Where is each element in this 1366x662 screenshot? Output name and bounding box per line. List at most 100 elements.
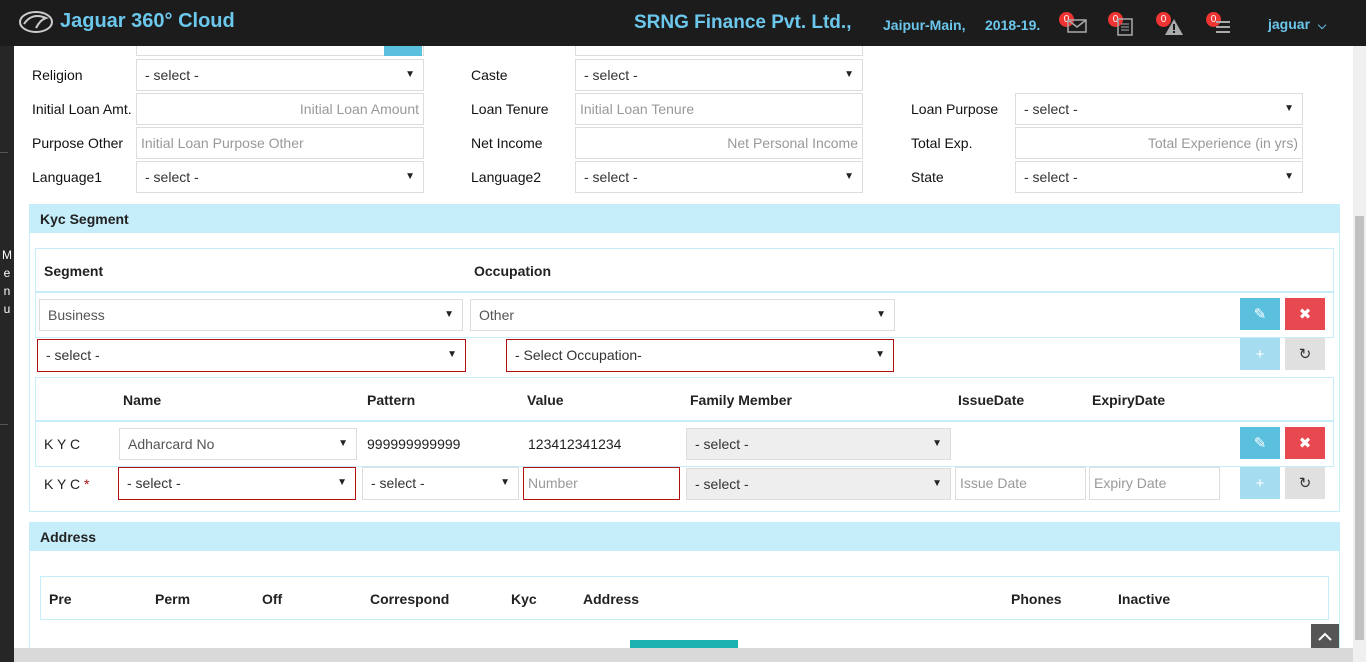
purpose-other-input[interactable]: Initial Loan Purpose Other bbox=[136, 127, 424, 159]
total-exp-input[interactable]: Total Experience (in yrs) bbox=[1015, 127, 1303, 159]
caste-label: Caste bbox=[471, 67, 508, 83]
add-segment-button[interactable]: + bbox=[1240, 338, 1280, 370]
caret-down-icon: ▼ bbox=[405, 69, 415, 80]
issue-date-input[interactable]: Issue Date bbox=[955, 467, 1086, 500]
brand[interactable]: Jaguar 360° Cloud bbox=[18, 8, 235, 34]
segment-table-header bbox=[35, 248, 1334, 292]
segment-col-header: Segment bbox=[44, 263, 104, 279]
caret-down-icon: ▼ bbox=[447, 349, 457, 360]
kyc-family-select-new[interactable]: - select - ▼ bbox=[686, 468, 951, 500]
refresh-icon: ↻ bbox=[1298, 346, 1312, 363]
loan-tenure-input[interactable]: Initial Loan Tenure bbox=[575, 93, 863, 125]
kyc-family-value: - select - bbox=[695, 436, 749, 452]
address-col-inactive: Inactive bbox=[1118, 591, 1171, 607]
sidebar-divider bbox=[0, 424, 8, 425]
kyc-col-expiry-date: ExpiryDate bbox=[1092, 392, 1166, 408]
segment-select-existing[interactable]: Business ▼ bbox=[39, 299, 463, 331]
address-header: Address bbox=[29, 523, 1339, 551]
add-kyc-button[interactable]: + bbox=[1240, 467, 1280, 499]
caret-down-icon: ▼ bbox=[1284, 103, 1294, 114]
caret-down-icon: ▼ bbox=[444, 309, 454, 320]
language2-label: Language2 bbox=[471, 169, 542, 185]
edit-segment-button[interactable]: ✎ bbox=[1240, 298, 1280, 330]
caret-down-icon: ▼ bbox=[337, 477, 347, 488]
scrollbar-thumb[interactable] bbox=[1355, 216, 1364, 640]
caret-down-icon: ▼ bbox=[1284, 171, 1294, 182]
user-menu[interactable]: jaguar ⌵ bbox=[1268, 16, 1326, 33]
caste-value: - select - bbox=[584, 67, 638, 83]
notification-list[interactable]: 0 bbox=[1206, 12, 1236, 38]
occupation-value: Other bbox=[479, 307, 515, 323]
kyc-new-name-value: - select - bbox=[127, 475, 181, 491]
language2-select[interactable]: - select - ▼ bbox=[575, 161, 863, 193]
menu-letter: e bbox=[3, 266, 11, 280]
language1-select[interactable]: - select - ▼ bbox=[136, 161, 424, 193]
close-icon: ✖ bbox=[1298, 435, 1312, 452]
pencil-icon: ✎ bbox=[1253, 306, 1267, 323]
horizontal-scrollbar[interactable] bbox=[14, 648, 1353, 662]
expiry-date-input[interactable]: Expiry Date bbox=[1089, 467, 1220, 500]
kyc-new-label-text: K Y C bbox=[44, 476, 81, 492]
language2-value: - select - bbox=[584, 169, 638, 185]
total-exp-label: Total Exp. bbox=[911, 135, 973, 151]
address-col-phones: Phones bbox=[1011, 591, 1062, 607]
delete-segment-button[interactable]: ✖ bbox=[1285, 298, 1325, 330]
religion-select[interactable]: - select - ▼ bbox=[136, 59, 424, 91]
edit-kyc-button[interactable]: ✎ bbox=[1240, 427, 1280, 459]
kyc-pattern-select-new[interactable]: - select - ▼ bbox=[362, 467, 519, 500]
occupation-col-header: Occupation bbox=[474, 263, 552, 279]
kyc-segment-header: Kyc Segment bbox=[29, 205, 1339, 233]
menu-letter: n bbox=[3, 284, 11, 298]
kyc-value-input[interactable]: Number bbox=[523, 467, 680, 500]
kyc-pattern-value: 999999999999 bbox=[367, 436, 461, 452]
sidebar-strip bbox=[0, 46, 14, 662]
jaguar-logo-icon bbox=[19, 11, 53, 33]
address-col-perm: Perm bbox=[155, 591, 191, 607]
state-value: - select - bbox=[1024, 169, 1078, 185]
caret-down-icon: ▼ bbox=[844, 171, 854, 182]
occupation-select-existing[interactable]: Other ▼ bbox=[470, 299, 895, 331]
partial-field bbox=[575, 46, 863, 56]
occupation-select-new[interactable]: - Select Occupation- ▼ bbox=[506, 339, 894, 372]
kyc-family-select-existing[interactable]: - select - ▼ bbox=[686, 428, 951, 460]
state-label: State bbox=[911, 169, 944, 185]
address-col-off: Off bbox=[262, 591, 283, 607]
kyc-name-select-existing[interactable]: Adharcard No ▼ bbox=[119, 428, 357, 460]
initial-loan-input[interactable]: Initial Loan Amount bbox=[136, 93, 424, 125]
kyc-name-select-new[interactable]: - select - ▼ bbox=[118, 467, 356, 500]
net-income-input[interactable]: Net Personal Income bbox=[575, 127, 863, 159]
scroll-to-top-button[interactable] bbox=[1311, 624, 1339, 648]
caste-select[interactable]: - select - ▼ bbox=[575, 59, 863, 91]
reset-kyc-button[interactable]: ↻ bbox=[1285, 467, 1325, 499]
loan-purpose-select[interactable]: - select - ▼ bbox=[1015, 93, 1303, 125]
new-segment-value: - select - bbox=[46, 347, 100, 363]
address-col-address: Address bbox=[583, 591, 640, 607]
address-col-correspond: Correspond bbox=[370, 591, 450, 607]
state-select[interactable]: - select - ▼ bbox=[1015, 161, 1303, 193]
caret-down-icon: ▼ bbox=[876, 309, 886, 320]
kyc-segment-title: Kyc Segment bbox=[40, 211, 129, 227]
religion-value: - select - bbox=[145, 67, 199, 83]
caret-down-icon: ▼ bbox=[932, 478, 942, 489]
delete-kyc-button[interactable]: ✖ bbox=[1285, 427, 1325, 459]
notification-warning[interactable]: 0 bbox=[1156, 12, 1186, 38]
address-col-pre: Pre bbox=[49, 591, 72, 607]
pencil-icon: ✎ bbox=[1253, 435, 1267, 452]
address-col-kyc: Kyc bbox=[511, 591, 537, 607]
close-icon: ✖ bbox=[1298, 306, 1312, 323]
required-marker: * bbox=[83, 476, 90, 492]
segment-value: Business bbox=[48, 307, 105, 323]
menu-letter: M bbox=[2, 248, 12, 262]
loan-purpose-value: - select - bbox=[1024, 101, 1078, 117]
loan-purpose-label: Loan Purpose bbox=[911, 101, 999, 117]
religion-label: Religion bbox=[32, 67, 83, 83]
menu-toggle[interactable]: M e n u bbox=[0, 246, 14, 318]
notification-mail[interactable]: 0 bbox=[1059, 12, 1089, 38]
reset-segment-button[interactable]: ↻ bbox=[1285, 338, 1325, 370]
partial-button[interactable] bbox=[384, 46, 422, 56]
notification-document[interactable]: 0 bbox=[1108, 12, 1138, 38]
kyc-col-issue-date: IssueDate bbox=[958, 392, 1025, 408]
warning-icon bbox=[1165, 19, 1183, 35]
net-income-label: Net Income bbox=[471, 135, 543, 151]
segment-select-new[interactable]: - select - ▼ bbox=[37, 339, 466, 372]
